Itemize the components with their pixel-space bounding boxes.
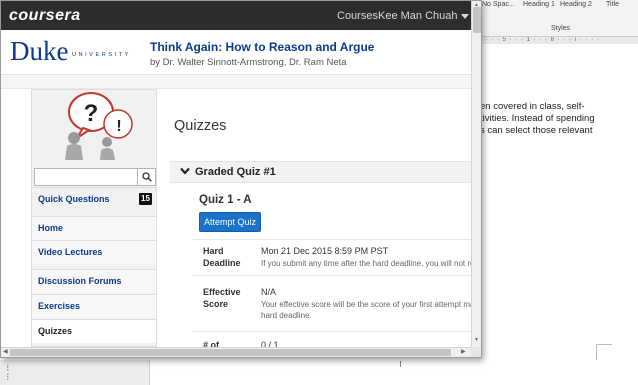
style-no-spacing[interactable]: No Spac... xyxy=(482,1,515,8)
page-corner-mark xyxy=(596,344,612,360)
ruler-marks: ⠇ ⠇ xyxy=(6,364,12,382)
row-divider xyxy=(193,275,471,276)
sidebar-item-exercises[interactable]: Exercises xyxy=(32,294,156,318)
sidebar-item-label: Quick Questions xyxy=(38,194,110,204)
think-mascot-illustration: ? ! xyxy=(39,90,151,160)
search-icon xyxy=(141,172,152,182)
horizontal-scroll-thumb[interactable] xyxy=(10,349,451,356)
style-heading-1[interactable]: Heading 1 xyxy=(523,1,555,8)
course-title[interactable]: Think Again: How to Reason and Argue xyxy=(150,40,374,54)
search-button[interactable] xyxy=(137,168,156,186)
hard-deadline-label: Deadline xyxy=(203,258,241,268)
coursera-topbar: coursera Courses Kee Man Chuah xyxy=(1,1,471,30)
hard-deadline-label: Hard xyxy=(203,246,224,256)
coursera-logo[interactable]: coursera xyxy=(9,7,81,25)
effective-score-label: Score xyxy=(203,299,229,309)
doc-text-line: s can select those relevant xyxy=(480,125,593,136)
scroll-down-arrow-icon[interactable]: ▼ xyxy=(474,337,479,343)
svg-text:!: ! xyxy=(116,118,121,135)
effective-score-value: N/A xyxy=(261,287,277,297)
svg-text:?: ? xyxy=(84,100,99,127)
count-badge: 15 xyxy=(139,193,152,205)
doc-text-line: tivities. Instead of spending xyxy=(480,113,595,124)
sidebar-item-label: Discussion Forums xyxy=(38,276,122,286)
effective-score-note: Your effective score will be the score o… xyxy=(261,300,479,309)
sidebar-item-quick-questions[interactable]: Quick Questions 15 xyxy=(32,187,156,211)
style-heading-2[interactable]: Heading 2 xyxy=(560,1,592,8)
text-cursor xyxy=(400,361,401,367)
doc-text-line: en covered in class, self- xyxy=(480,101,585,112)
scroll-right-arrow-icon[interactable]: ▶ xyxy=(461,348,466,355)
effective-score-note: hard deadline. xyxy=(261,311,312,320)
page-title: Quizzes xyxy=(174,118,227,134)
screen: No Spac... Heading 1 Heading 2 Title Sty… xyxy=(0,0,638,385)
quiz-name: Quiz 1 - A xyxy=(199,194,252,206)
hard-deadline-note: If you submit any time after the hard de… xyxy=(261,259,479,268)
duke-logo[interactable]: Duke xyxy=(10,36,68,66)
sidebar-item-home[interactable]: Home xyxy=(32,216,156,240)
chevron-down-icon[interactable] xyxy=(461,14,469,19)
duke-logo-subtitle: UNIVERSITY xyxy=(72,52,132,58)
user-menu[interactable]: Kee Man Chuah xyxy=(378,10,458,22)
vertical-scrollbar[interactable] xyxy=(471,1,481,347)
row-divider xyxy=(193,331,471,332)
sidebar-item-label: Home xyxy=(38,223,64,233)
course-header: Duke UNIVERSITY Think Again: How to Reas… xyxy=(1,30,471,75)
style-title[interactable]: Title xyxy=(606,1,619,8)
section-title[interactable]: Graded Quiz #1 xyxy=(195,166,276,178)
effective-score-label: Effective xyxy=(203,287,241,297)
sidebar-item-discussion-forums[interactable]: Discussion Forums xyxy=(32,269,156,293)
scrollbar-corner xyxy=(471,347,481,357)
hard-deadline-value: Mon 21 Dec 2015 8:59 PM PST xyxy=(261,246,389,256)
sidebar-item-label: Exercises xyxy=(38,301,81,311)
browser-window: coursera Courses Kee Man Chuah Duke UNIV… xyxy=(0,0,482,358)
chevron-down-icon[interactable] xyxy=(179,165,191,177)
courses-link[interactable]: Courses xyxy=(337,10,378,22)
header-divider xyxy=(1,75,471,89)
sidebar-item-label: Quizzes xyxy=(38,326,73,336)
sidebar-item-label: Video Lectures xyxy=(38,247,103,257)
attempt-quiz-button[interactable]: Attempt Quiz xyxy=(199,212,261,232)
doc-vertical-ruler xyxy=(0,360,150,385)
ruler: · · · · 5 · · · 1 · · · 6 · · · ı · · · … xyxy=(470,36,638,44)
sidebar-item-quizzes[interactable]: Quizzes xyxy=(32,319,156,343)
styles-group-label: Styles xyxy=(551,25,571,32)
sidebar: ? ! Quick Questions 15 Home Video Lectur… xyxy=(31,89,157,347)
sidebar-item-video-lectures[interactable]: Video Lectures xyxy=(32,240,156,264)
course-authors: by Dr. Walter Sinnott-Armstrong, Dr. Ram… xyxy=(150,57,347,68)
vertical-scroll-thumb[interactable] xyxy=(473,7,481,33)
scroll-left-arrow-icon[interactable]: ◀ xyxy=(3,348,8,355)
search-input[interactable] xyxy=(34,168,138,186)
row-divider xyxy=(193,239,471,240)
